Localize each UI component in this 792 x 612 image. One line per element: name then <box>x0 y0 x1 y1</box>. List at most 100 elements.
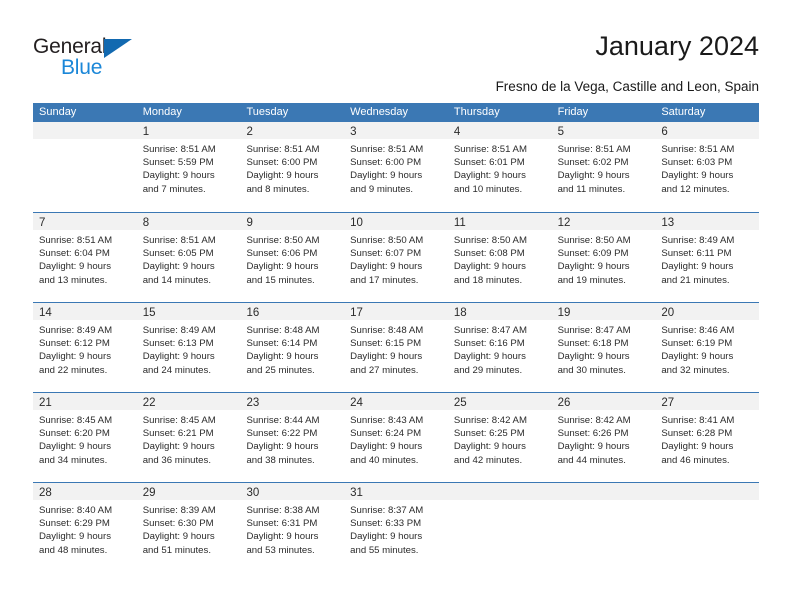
calendar-day-cell[interactable]: 25 Sunrise: 8:42 AM Sunset: 6:25 PM Dayligh… <box>447 393 552 482</box>
calendar-week-row: 7 Sunrise: 8:51 AM Sunset: 6:04 PM Daylight… <box>33 212 760 302</box>
day-detail-line: and 12 minutes. <box>661 183 730 195</box>
calendar-day-cell[interactable]: 18 Sunrise: 8:47 AM Sunset: 6:16 PM Dayligh… <box>447 303 552 392</box>
generalblue-logo: General Blue <box>33 36 213 82</box>
calendar-day-cell[interactable]: 28 Sunrise: 8:40 AM Sunset: 6:29 PM Dayligh… <box>33 483 137 572</box>
day-detail-line: and 53 minutes. <box>246 544 315 556</box>
day-details: Sunrise: 8:48 AM Sunset: 6:14 PM Daylight:… <box>240 320 344 377</box>
calendar-day-cell[interactable]: 4 Sunrise: 8:51 AM Sunset: 6:01 PM Daylight… <box>447 122 552 212</box>
day-detail-line: and 18 minutes. <box>453 274 523 286</box>
day-details: Sunrise: 8:51 AM Sunset: 6:02 PM Daylight:… <box>552 139 656 196</box>
day-number-band: 8 <box>136 213 241 230</box>
calendar-day-cell[interactable]: 1 Sunrise: 8:51 AM Sunset: 5:59 PM Daylight… <box>136 122 241 212</box>
day-detail-line: Sunset: 6:28 PM <box>661 428 733 440</box>
calendar-day-cell[interactable]: 22 Sunrise: 8:45 AM Sunset: 6:21 PM Dayligh… <box>136 393 241 482</box>
calendar-day-cell[interactable]: 27 Sunrise: 8:41 AM Sunset: 6:28 PM Dayligh… <box>655 393 760 482</box>
day-number-band: 2 <box>240 122 345 139</box>
day-number: 21 <box>39 397 52 409</box>
calendar-day-cell[interactable]: 23 Sunrise: 8:44 AM Sunset: 6:22 PM Dayligh… <box>240 393 345 482</box>
day-detail-line: Sunrise: 8:51 AM <box>142 235 216 246</box>
day-number-band: 6 <box>655 122 760 139</box>
day-number: 2 <box>246 126 253 138</box>
calendar-day-cell[interactable]: 12 Sunrise: 8:50 AM Sunset: 6:09 PM Dayligh… <box>551 213 656 302</box>
day-detail-line: Daylight: 9 hours <box>453 261 526 273</box>
day-number: 14 <box>39 307 52 319</box>
calendar-day-cell[interactable]: 31 Sunrise: 8:37 AM Sunset: 6:33 PM Dayligh… <box>344 483 448 572</box>
day-detail-line: and 46 minutes. <box>661 454 730 466</box>
day-number: 1 <box>142 126 150 138</box>
day-number: 25 <box>453 397 467 409</box>
day-detail-line: Sunrise: 8:51 AM <box>453 144 527 155</box>
calendar-grid: Sunday Monday Tuesday Wednesday Thursday Frid… <box>33 103 760 572</box>
day-detail-line: and 8 minutes. <box>246 183 310 195</box>
day-detail-line: Sunset: 6:30 PM <box>142 518 214 530</box>
day-detail-line: Sunset: 6:05 PM <box>142 248 214 260</box>
calendar-day-cell[interactable]: 17 Sunrise: 8:48 AM Sunset: 6:15 PM Dayligh… <box>344 303 448 392</box>
day-detail-line: Sunset: 6:06 PM <box>246 248 318 260</box>
calendar-day-cell[interactable]: 16 Sunrise: 8:48 AM Sunset: 6:14 PM Dayligh… <box>240 303 345 392</box>
calendar-day-cell[interactable]: 3 Sunrise: 8:51 AM Sunset: 6:00 PM Daylight… <box>344 122 448 212</box>
calendar-day-cell[interactable]: 13 Sunrise: 8:49 AM Sunset: 6:11 PM Dayligh… <box>655 213 760 302</box>
day-detail-line: and 14 minutes. <box>142 274 211 286</box>
calendar-week-row: 14 Sunrise: 8:49 AM Sunset: 6:12 PM Dayligh… <box>33 302 760 392</box>
day-detail-line: Sunset: 6:11 PM <box>661 248 732 260</box>
day-detail-line: Sunrise: 8:42 AM <box>453 415 527 426</box>
page-header: General Blue January 2024 Fresno de la V… <box>0 0 792 98</box>
day-detail-line: Daylight: 9 hours <box>39 531 111 543</box>
calendar-day-cell[interactable]: 9 Sunrise: 8:50 AM Sunset: 6:06 PM Daylight… <box>240 213 345 302</box>
day-detail-line: Sunset: 6:13 PM <box>142 338 214 350</box>
day-detail-line: and 44 minutes. <box>557 454 626 466</box>
day-detail-line: Daylight: 9 hours <box>661 441 734 453</box>
calendar-day-cell[interactable]: 5 Sunrise: 8:51 AM Sunset: 6:02 PM Daylight… <box>551 122 656 212</box>
day-number: 26 <box>557 397 571 409</box>
day-detail-line: Daylight: 9 hours <box>557 261 630 273</box>
day-detail-line: and 19 minutes. <box>557 274 626 286</box>
day-detail-line: and 25 minutes. <box>246 364 315 376</box>
calendar-day-cell[interactable]: 8 Sunrise: 8:51 AM Sunset: 6:05 PM Daylight… <box>136 213 241 302</box>
calendar-week-row: 1 Sunrise: 8:51 AM Sunset: 5:59 PM Daylight… <box>33 122 760 212</box>
day-number-band: 12 <box>551 213 656 230</box>
day-number: 15 <box>142 307 156 319</box>
calendar-day-cell[interactable]: 21 Sunrise: 8:45 AM Sunset: 6:20 PM Dayligh… <box>33 393 137 482</box>
day-detail-line: Sunset: 6:00 PM <box>350 157 422 169</box>
weekday-header-friday: Friday <box>557 106 589 118</box>
day-number-band: 11 <box>447 213 552 230</box>
day-number: 3 <box>350 126 357 138</box>
calendar-day-cell[interactable]: 24 Sunrise: 8:43 AM Sunset: 6:24 PM Dayligh… <box>344 393 448 482</box>
day-detail-line: Daylight: 9 hours <box>142 531 215 543</box>
day-detail-line: and 15 minutes. <box>246 274 315 286</box>
day-detail-line: Sunrise: 8:50 AM <box>453 235 527 246</box>
calendar-day-cell[interactable]: 19 Sunrise: 8:47 AM Sunset: 6:18 PM Dayligh… <box>551 303 656 392</box>
day-number: 23 <box>246 397 260 409</box>
calendar-day-cell[interactable]: 10 Sunrise: 8:50 AM Sunset: 6:07 PM Dayligh… <box>344 213 448 302</box>
day-detail-line: Sunrise: 8:51 AM <box>142 144 216 155</box>
day-details: Sunrise: 8:49 AM Sunset: 6:13 PM Daylight:… <box>137 320 241 377</box>
day-detail-line: Sunrise: 8:39 AM <box>142 505 216 516</box>
day-details: Sunrise: 8:45 AM Sunset: 6:21 PM Daylight:… <box>137 410 241 467</box>
day-detail-line: and 10 minutes. <box>453 183 523 195</box>
calendar-day-cell[interactable]: 2 Sunrise: 8:51 AM Sunset: 6:00 PM Daylight… <box>240 122 345 212</box>
calendar-day-cell[interactable]: 11 Sunrise: 8:50 AM Sunset: 6:08 PM Dayligh… <box>447 213 552 302</box>
day-detail-line: Sunset: 6:03 PM <box>661 157 733 169</box>
day-detail-line: Sunrise: 8:49 AM <box>39 325 113 336</box>
calendar-day-cell[interactable]: 30 Sunrise: 8:38 AM Sunset: 6:31 PM Dayligh… <box>240 483 345 572</box>
day-detail-line: Daylight: 9 hours <box>246 170 319 182</box>
day-number-band: 5 <box>551 122 656 139</box>
day-detail-line: Daylight: 9 hours <box>350 441 423 453</box>
day-detail-line: Sunrise: 8:40 AM <box>39 505 113 516</box>
calendar-day-cell[interactable]: 14 Sunrise: 8:49 AM Sunset: 6:12 PM Dayligh… <box>33 303 137 392</box>
calendar-day-cell[interactable]: 7 Sunrise: 8:51 AM Sunset: 6:04 PM Daylight… <box>33 213 137 302</box>
calendar-day-cell[interactable]: 15 Sunrise: 8:49 AM Sunset: 6:13 PM Dayligh… <box>136 303 241 392</box>
day-details: Sunrise: 8:44 AM Sunset: 6:22 PM Daylight:… <box>240 410 344 467</box>
day-detail-line: Sunrise: 8:47 AM <box>557 325 631 336</box>
calendar-day-cell[interactable]: 29 Sunrise: 8:39 AM Sunset: 6:30 PM Dayligh… <box>136 483 241 572</box>
day-number-band: 31 <box>344 483 448 500</box>
calendar-day-cell[interactable]: 6 Sunrise: 8:51 AM Sunset: 6:03 PM Daylight… <box>655 122 760 212</box>
day-detail-line: Sunset: 6:19 PM <box>661 338 733 350</box>
day-detail-line: Sunrise: 8:51 AM <box>557 144 631 155</box>
calendar-day-cell[interactable]: 26 Sunrise: 8:42 AM Sunset: 6:26 PM Dayligh… <box>551 393 656 482</box>
day-detail-line: and 11 minutes. <box>557 183 626 195</box>
calendar-day-cell[interactable]: 20 Sunrise: 8:46 AM Sunset: 6:19 PM Dayligh… <box>655 303 760 392</box>
day-number-band: 13 <box>655 213 760 230</box>
day-detail-line: Sunrise: 8:41 AM <box>661 415 735 426</box>
day-number: 31 <box>350 487 363 499</box>
